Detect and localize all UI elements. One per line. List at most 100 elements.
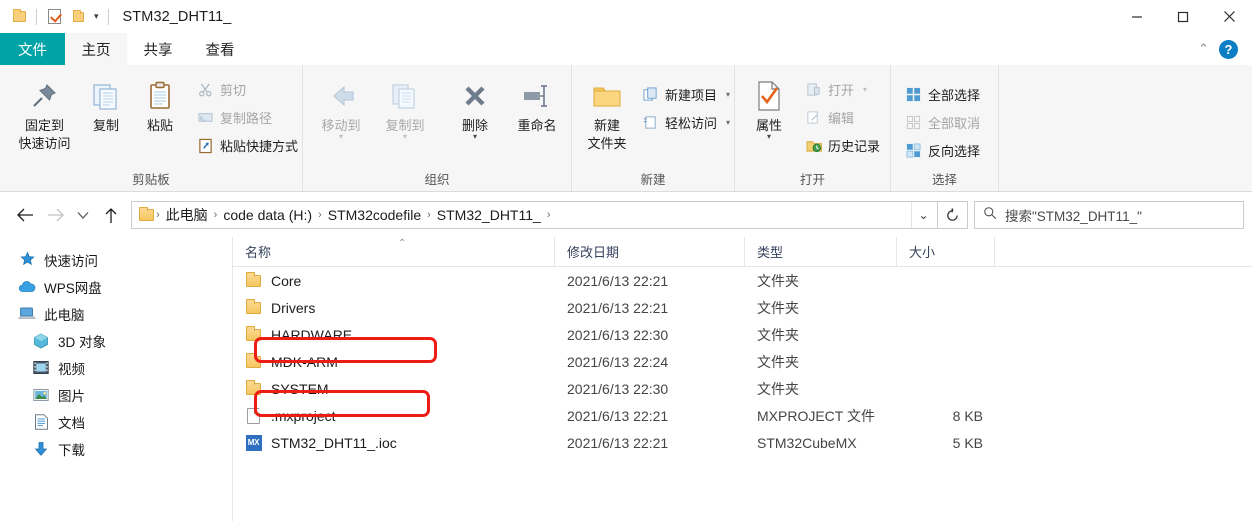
easy-access-button[interactable]: 轻松访问 ▾	[638, 110, 734, 135]
breadcrumb-item-stm32codefile[interactable]: STM32codefile	[323, 207, 426, 223]
paste-button[interactable]: 粘贴	[133, 72, 187, 134]
open-button[interactable]: 打开 ▾	[801, 77, 884, 102]
cut-button[interactable]: 剪切	[193, 77, 302, 102]
chevron-down-icon[interactable]: ▾	[403, 133, 407, 141]
paste-shortcut-button[interactable]: 粘贴快捷方式	[193, 133, 302, 158]
chevron-down-icon[interactable]: ▾	[339, 133, 343, 141]
table-row[interactable]: MDK-ARM 2021/6/13 22:24 文件夹	[233, 348, 1252, 375]
address-dropdown-icon[interactable]: ⌄	[911, 202, 935, 228]
column-header-size[interactable]: 大小	[897, 237, 995, 266]
cut-label: 剪切	[220, 83, 247, 98]
breadcrumb-item-this-pc[interactable]: 此电脑	[161, 205, 213, 225]
table-row[interactable]: HARDWARE 2021/6/13 22:30 文件夹	[233, 321, 1252, 348]
file-size-cell: 5 KB	[952, 434, 983, 451]
file-name: MDK-ARM	[271, 353, 338, 370]
minimize-icon[interactable]	[1114, 0, 1160, 33]
new-folder-label-line2: 文件夹	[587, 136, 627, 151]
new-small-commands: 新建项目 ▾ 轻松访问 ▾	[638, 72, 734, 135]
breadcrumb-item-drive[interactable]: code data (H:)	[218, 207, 317, 223]
table-row[interactable]: .mxproject 2021/6/13 22:21 MXPROJECT 文件 …	[233, 402, 1252, 429]
close-icon[interactable]	[1206, 0, 1252, 33]
chevron-down-icon[interactable]: ▾	[473, 133, 477, 141]
invert-selection-label: 反向选择	[928, 144, 981, 159]
select-all-button[interactable]: 全部选择	[901, 82, 984, 107]
sidebar-item-pictures[interactable]: 图片	[0, 381, 232, 408]
invert-selection-button[interactable]: 反向选择	[901, 138, 984, 163]
sidebar-item-quick-access[interactable]: 快速访问	[0, 246, 232, 273]
chevron-down-icon[interactable]: ▾	[726, 90, 730, 99]
sidebar-item-this-pc[interactable]: 此电脑	[0, 300, 232, 327]
collapse-ribbon-icon[interactable]: ⌃	[1198, 41, 1209, 57]
table-row[interactable]: MX STM32_DHT11_.ioc 2021/6/13 22:21 STM3…	[233, 429, 1252, 456]
sidebar-item-3d-objects[interactable]: 3D 对象	[0, 327, 232, 354]
chevron-down-icon[interactable]: ▾	[767, 133, 771, 141]
file-name-cell[interactable]: HARDWARE	[233, 326, 555, 343]
copy-button[interactable]: 复制	[79, 72, 133, 134]
properties-button[interactable]: 属性 ▾	[743, 72, 795, 141]
table-row[interactable]: Drivers 2021/6/13 22:21 文件夹	[233, 294, 1252, 321]
column-header-date[interactable]: 修改日期	[555, 237, 745, 266]
explorer-window: ▾ STM32_DHT11_ 文件 主页 共享 查看 ⌃ ? 固定到 快速访问 …	[0, 0, 1252, 521]
rename-label: 重命名	[517, 118, 557, 133]
file-name-cell[interactable]: MDK-ARM	[233, 353, 555, 370]
address-bar[interactable]: › 此电脑 › code data (H:) › STM32codefile ›…	[131, 201, 938, 229]
edit-label: 编辑	[828, 111, 855, 126]
file-name-cell[interactable]: MX STM32_DHT11_.ioc	[233, 434, 555, 451]
breadcrumb-item-current[interactable]: STM32_DHT11_	[432, 207, 546, 223]
file-name-cell[interactable]: Drivers	[233, 299, 555, 316]
search-box[interactable]: 搜索"STM32_DHT11_"	[974, 201, 1244, 229]
sidebar-item-wps-cloud[interactable]: WPS网盘	[0, 273, 232, 300]
tab-view[interactable]: 查看	[189, 33, 251, 65]
folder-icon	[245, 380, 262, 397]
refresh-button[interactable]	[938, 201, 968, 229]
select-all-label: 全部选择	[928, 88, 981, 103]
file-name-cell[interactable]: SYSTEM	[233, 380, 555, 397]
rename-button[interactable]: 重命名	[505, 72, 569, 134]
pin-label-line2: 快速访问	[18, 136, 71, 151]
chevron-down-icon[interactable]: ▾	[90, 12, 103, 21]
copy-to-button[interactable]: 复制到 ▾	[373, 72, 437, 141]
sidebar-item-downloads[interactable]: 下载	[0, 435, 232, 462]
tab-file[interactable]: 文件	[0, 33, 65, 65]
table-row[interactable]: Core 2021/6/13 22:21 文件夹	[233, 267, 1252, 294]
back-button[interactable]	[9, 200, 40, 230]
delete-button[interactable]: 删除 ▾	[445, 72, 505, 141]
tab-home[interactable]: 主页	[65, 33, 127, 65]
file-name-cell[interactable]: Core	[233, 272, 555, 289]
chevron-down-icon[interactable]: ▾	[726, 118, 730, 127]
copy-icon	[90, 76, 122, 116]
maximize-icon[interactable]	[1160, 0, 1206, 33]
tab-share[interactable]: 共享	[127, 33, 189, 65]
chevron-down-icon[interactable]: ▾	[863, 85, 867, 94]
clipboard-small-commands: 剪切 \\.. 复制路径 粘贴快捷方式	[193, 72, 302, 158]
select-none-label: 全部取消	[928, 116, 981, 131]
up-button[interactable]	[95, 200, 126, 230]
file-list-pane: ⌃ 名称 修改日期 类型 大小 Core 2021/6/13 22:21 文件夹	[233, 237, 1252, 521]
pin-to-quick-access-button[interactable]: 固定到 快速访问	[10, 72, 79, 152]
table-row[interactable]: SYSTEM 2021/6/13 22:30 文件夹	[233, 375, 1252, 402]
sidebar-item-documents[interactable]: 文档	[0, 408, 232, 435]
properties-icon	[755, 76, 783, 116]
title-bar: ▾ STM32_DHT11_	[0, 0, 1252, 33]
column-header-name[interactable]: 名称	[233, 237, 555, 266]
select-none-button[interactable]: 全部取消	[901, 110, 984, 135]
search-input[interactable]: 搜索"STM32_DHT11_"	[1005, 205, 1142, 225]
file-date-cell: 2021/6/13 22:21	[567, 272, 669, 289]
column-header-type[interactable]: 类型	[745, 237, 897, 266]
new-folder-button[interactable]: 新建 文件夹	[580, 72, 634, 152]
move-to-button[interactable]: 移动到 ▾	[309, 72, 373, 141]
select-all-icon	[905, 86, 922, 103]
new-folder-icon[interactable]	[66, 6, 90, 28]
edit-icon	[805, 109, 822, 126]
file-name-cell[interactable]: .mxproject	[233, 407, 555, 424]
edit-button[interactable]: 编辑	[801, 105, 884, 130]
properties-icon[interactable]	[42, 6, 66, 28]
help-icon[interactable]: ?	[1219, 39, 1238, 59]
recent-locations-button[interactable]	[71, 200, 95, 230]
file-name: SYSTEM	[271, 380, 329, 397]
sidebar-item-videos[interactable]: 视频	[0, 354, 232, 381]
new-item-button[interactable]: 新建项目 ▾	[638, 82, 734, 107]
history-button[interactable]: 历史记录	[801, 133, 884, 158]
forward-button[interactable]	[40, 200, 71, 230]
copy-path-button[interactable]: \\.. 复制路径	[193, 105, 302, 130]
